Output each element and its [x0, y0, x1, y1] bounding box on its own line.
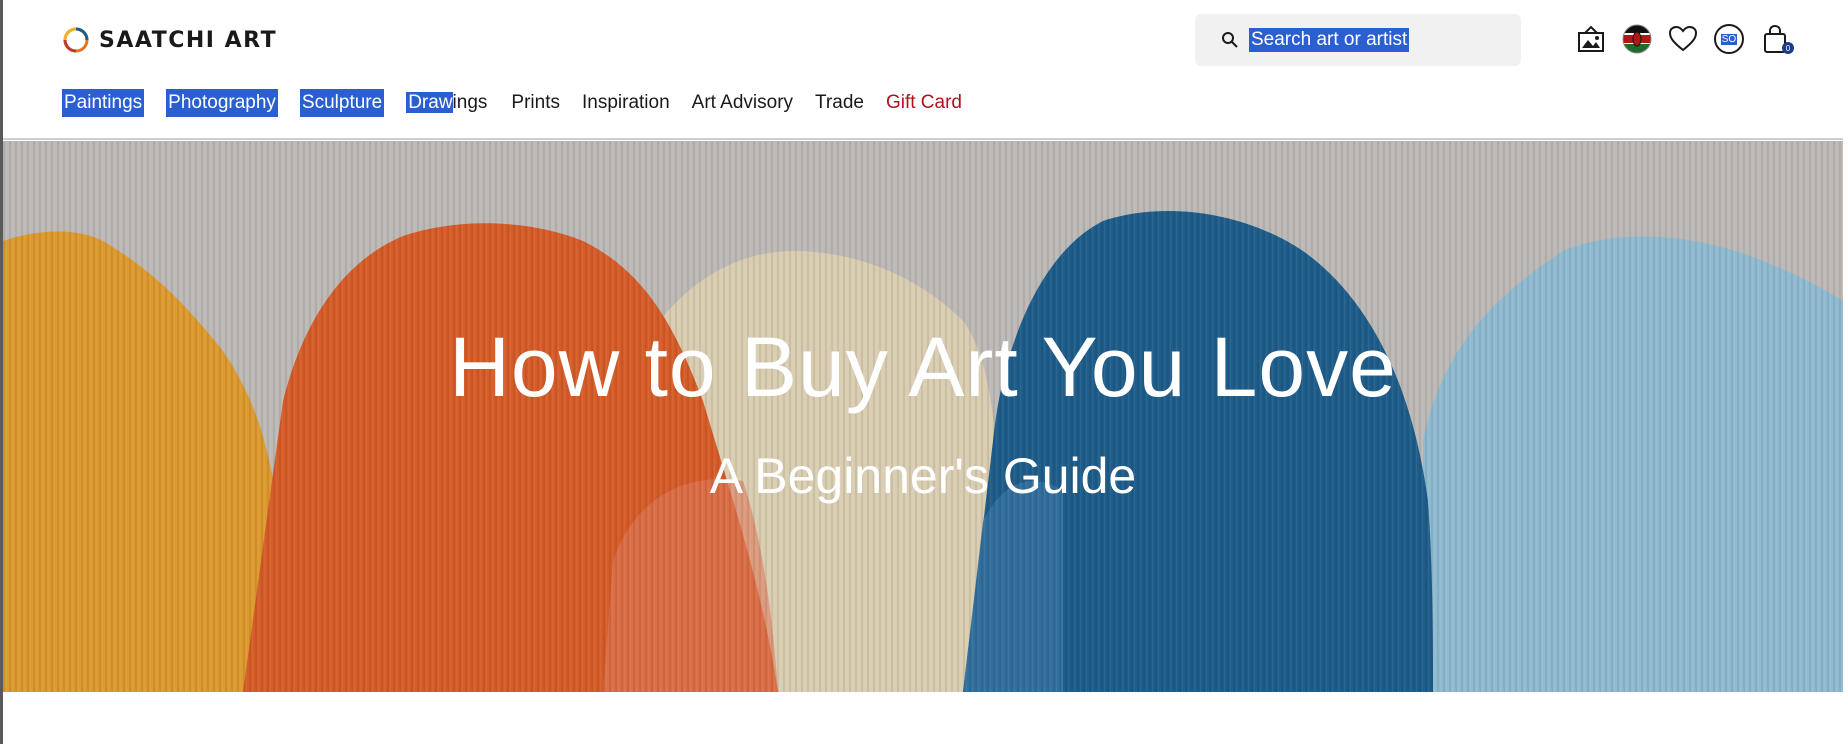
nav-item-paintings[interactable]: Paintings [62, 89, 145, 117]
saatchi-logo-icon [63, 27, 89, 53]
gallery-icon [1578, 25, 1604, 52]
nav-item-sculpture[interactable]: Sculpture [299, 89, 385, 117]
nav-item-drawings-selected-part: Draw [406, 92, 453, 113]
page-content-area [3, 692, 1843, 744]
search-input[interactable] [1249, 29, 1509, 51]
account-icon: SO [1714, 24, 1744, 54]
favorites-button[interactable] [1666, 22, 1700, 56]
nav-item-gift-card[interactable]: Gift Card [886, 89, 962, 117]
main-nav: Paintings Photography Sculpture Drawings… [62, 88, 984, 118]
window-edge-right [1843, 0, 1848, 744]
region-selector[interactable] [1620, 22, 1654, 56]
account-initials: SO [1720, 33, 1738, 45]
nav-item-drawings[interactable]: Drawings [406, 89, 487, 117]
nav-item-photography[interactable]: Photography [166, 89, 278, 117]
logo[interactable]: SAATCHI ART [61, 24, 277, 56]
heart-icon [1668, 25, 1698, 52]
search-bar[interactable]: Search art or artist [1195, 14, 1521, 66]
hero-artwork-image [3, 141, 1843, 692]
site-header: SAATCHI ART Search art or artist Search … [3, 0, 1843, 140]
hero-subtitle: A Beginner's Guide [709, 448, 1137, 504]
hero-banner: How to Buy Art You Love A Beginner's Gui… [3, 141, 1843, 692]
search-icon [1222, 32, 1238, 48]
account-button[interactable]: SO [1712, 22, 1746, 56]
nav-item-trade[interactable]: Trade [815, 89, 864, 117]
nav-item-inspiration[interactable]: Inspiration [582, 89, 670, 117]
nav-item-prints[interactable]: Prints [511, 89, 560, 117]
cart-button[interactable]: 0 [1758, 22, 1794, 56]
nav-item-drawings-rest: ings [452, 92, 488, 113]
gallery-button[interactable] [1574, 22, 1608, 56]
nav-item-art-advisory[interactable]: Art Advisory [692, 89, 793, 117]
kenya-flag-icon [1622, 24, 1652, 54]
logo-text: SAATCHI ART [99, 27, 278, 53]
cart-count-badge: 0 [1782, 42, 1794, 54]
hero-title: How to Buy Art You Love [449, 320, 1397, 414]
